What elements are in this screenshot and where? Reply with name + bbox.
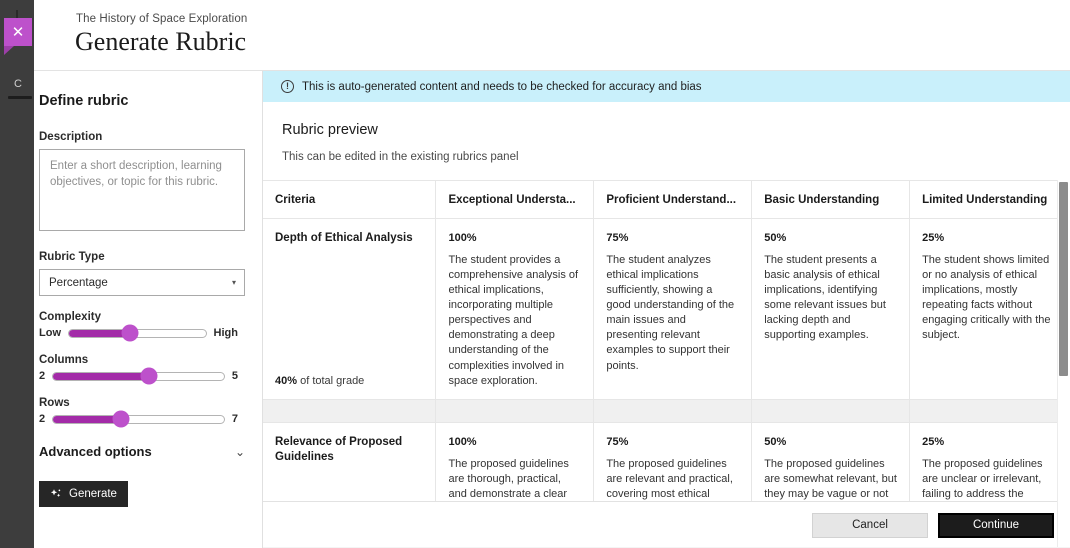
criteria-weight-suffix: of total grade	[297, 374, 365, 387]
rows-slider-row: 2 7	[39, 410, 238, 428]
level-percent: 75%	[606, 232, 629, 244]
rubric-type-group: Rubric Type Percentage ▾	[39, 251, 245, 296]
level-description: The student presents a basic analysis of…	[764, 254, 886, 342]
rubric-type-value: Percentage	[49, 276, 108, 289]
level-cell[interactable]: 75% The student analyzes ethical implica…	[593, 218, 753, 400]
level-percent: 100%	[448, 435, 477, 448]
page-behind-modal: C	[0, 0, 34, 548]
advanced-options-toggle[interactable]: Advanced options ⌄	[39, 444, 245, 459]
columns-slider-fill	[53, 372, 149, 380]
table-row: Depth of Ethical Analysis 40% of total g…	[263, 218, 1068, 400]
level-percent: 50%	[764, 232, 787, 244]
advanced-options-label: Advanced options	[39, 444, 152, 459]
columns-label: Columns	[39, 354, 89, 366]
description-input[interactable]	[39, 149, 245, 231]
rubric-type-label: Rubric Type	[39, 251, 105, 263]
preview-subtitle: This can be edited in the existing rubri…	[282, 151, 519, 163]
preview-title: Rubric preview	[282, 122, 378, 138]
level-cell[interactable]: 100% The student provides a comprehensiv…	[435, 218, 595, 400]
level-description: The student analyzes ethical implication…	[606, 254, 735, 372]
vertical-scrollbar-thumb[interactable]	[1059, 182, 1068, 376]
criteria-name: Relevance of Proposed Guidelines	[275, 435, 403, 464]
rubric-preview-panel: ! This is auto-generated content and nee…	[263, 71, 1070, 548]
define-rubric-sidebar: Define rubric Description Rubric Type Pe…	[34, 71, 263, 548]
complexity-label: Complexity	[39, 311, 101, 323]
rows-group: Rows 2 7	[39, 397, 238, 428]
description-field-group: Description	[39, 131, 245, 236]
complexity-group: Complexity Low High	[39, 311, 238, 342]
backdrop-underline	[8, 96, 32, 99]
close-button-tail	[4, 46, 14, 55]
cancel-button[interactable]: Cancel	[812, 512, 928, 538]
sidebar-heading: Define rubric	[39, 93, 129, 109]
columns-slider-row: 2 5	[39, 367, 238, 385]
close-modal-button[interactable]: ✕	[4, 18, 32, 46]
columns-slider-thumb[interactable]	[140, 367, 158, 385]
modal-footer: Cancel Continue	[263, 501, 1070, 548]
rows-min-label: 2	[39, 413, 46, 425]
complexity-slider[interactable]	[68, 324, 207, 342]
auto-generated-warning-banner: ! This is auto-generated content and nee…	[263, 71, 1070, 102]
criteria-weight-value: 40%	[275, 374, 298, 387]
modal-header: The History of Space Exploration Generat…	[34, 0, 1070, 71]
column-header-basic[interactable]: Basic Understanding	[751, 181, 911, 219]
row-separator	[263, 399, 1068, 423]
level-description: The student provides a comprehensive ana…	[448, 254, 579, 387]
page-title: Generate Rubric	[75, 27, 247, 56]
preview-header: Rubric preview This can be edited in the…	[263, 102, 1070, 163]
chevron-down-icon: ▾	[231, 278, 236, 287]
rows-label: Rows	[39, 397, 70, 409]
criteria-cell[interactable]: Depth of Ethical Analysis 40% of total g…	[263, 218, 437, 400]
columns-slider[interactable]	[52, 367, 225, 385]
complexity-max-label: High	[213, 327, 238, 339]
level-description: The student shows limited or no analysis…	[922, 254, 1051, 342]
rubric-table-scroll-area[interactable]: Criteria Exceptional Understa... Profici…	[263, 180, 1070, 548]
rows-max-label: 7	[231, 413, 238, 425]
rubric-table: Criteria Exceptional Understa... Profici…	[263, 181, 1068, 548]
table-header-row: Criteria Exceptional Understa... Profici…	[263, 181, 1068, 219]
level-percent: 75%	[606, 435, 629, 448]
sparkle-icon	[50, 489, 61, 497]
complexity-slider-row: Low High	[39, 324, 238, 342]
continue-button[interactable]: Continue	[938, 512, 1054, 538]
level-percent: 25%	[922, 435, 945, 448]
level-percent: 50%	[764, 435, 787, 448]
level-cell[interactable]: 50% The student presents a basic analysi…	[751, 218, 911, 400]
info-circle-icon: !	[281, 80, 294, 93]
chevron-down-icon: ⌄	[234, 444, 245, 459]
generate-rubric-modal: The History of Space Exploration Generat…	[34, 0, 1070, 548]
close-icon: ✕	[11, 23, 25, 41]
columns-group: Columns 2 5	[39, 354, 238, 385]
generate-button-label: Generate	[69, 488, 117, 500]
level-percent: 100%	[448, 232, 477, 244]
columns-max-label: 5	[231, 370, 238, 382]
level-cell[interactable]: 25% The student shows limited or no anal…	[909, 218, 1068, 400]
column-header-exceptional[interactable]: Exceptional Understa...	[435, 181, 595, 219]
complexity-min-label: Low	[39, 327, 61, 339]
generate-button[interactable]: Generate	[39, 481, 128, 507]
criteria-weight: 40% of total grade	[275, 374, 364, 389]
rows-slider-fill	[53, 415, 122, 423]
rows-slider[interactable]	[52, 410, 225, 428]
rubric-type-select[interactable]: Percentage ▾	[39, 269, 245, 296]
level-percent: 25%	[922, 232, 945, 244]
breadcrumb-course-name: The History of Space Exploration	[76, 13, 248, 25]
column-header-criteria[interactable]: Criteria	[263, 181, 437, 219]
description-label: Description	[39, 131, 103, 143]
column-header-limited[interactable]: Limited Understanding	[909, 181, 1068, 219]
rows-slider-thumb[interactable]	[112, 410, 130, 428]
screen: C The History of Space Exploration Gener…	[0, 0, 1070, 548]
columns-min-label: 2	[39, 370, 46, 382]
complexity-slider-thumb[interactable]	[121, 324, 139, 342]
banner-text: This is auto-generated content and needs…	[302, 80, 702, 93]
column-header-proficient[interactable]: Proficient Understand...	[593, 181, 753, 219]
backdrop-partial-text: C	[14, 78, 22, 90]
criteria-name: Depth of Ethical Analysis	[275, 232, 413, 244]
